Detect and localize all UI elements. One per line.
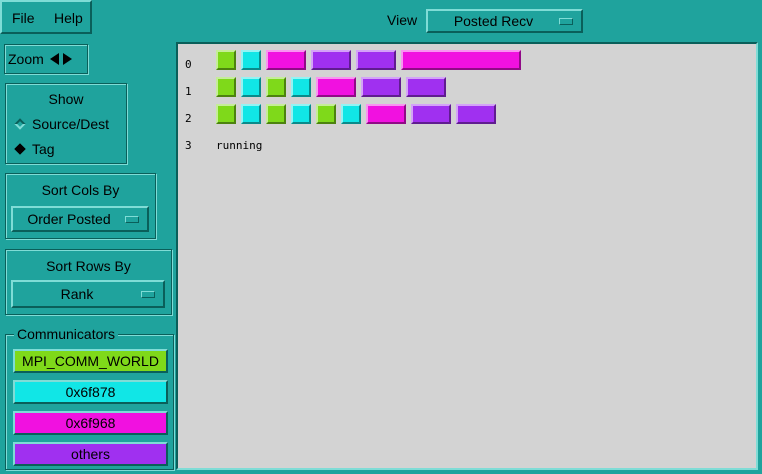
option-menu-indicator-icon bbox=[141, 290, 155, 298]
queue-cell[interactable] bbox=[241, 77, 261, 97]
queue-cell[interactable] bbox=[216, 77, 236, 97]
queue-cell[interactable] bbox=[406, 77, 446, 97]
option-menu-indicator-icon bbox=[559, 17, 573, 25]
zoom-label: Zoom bbox=[8, 51, 44, 67]
menu-help[interactable]: Help bbox=[54, 10, 83, 26]
communicator-0x6f968[interactable]: 0x6f968 bbox=[13, 411, 168, 435]
queue-cell[interactable] bbox=[316, 104, 336, 124]
option-menu-indicator-icon bbox=[125, 215, 139, 223]
queue-cell[interactable] bbox=[411, 104, 451, 124]
row-label-0: 0 bbox=[185, 58, 192, 71]
view-option-menu[interactable]: Posted Recv bbox=[426, 9, 583, 33]
communicator-label: 0x6f968 bbox=[65, 415, 116, 431]
queue-cell[interactable] bbox=[291, 104, 311, 124]
queue-cell[interactable] bbox=[316, 77, 356, 97]
queue-cell[interactable] bbox=[241, 104, 261, 124]
queue-canvas: 0 1 2 3 running bbox=[176, 42, 758, 470]
view-label: View bbox=[387, 12, 418, 28]
sort-rows-option-menu[interactable]: Rank bbox=[11, 280, 165, 308]
radio-on-icon bbox=[14, 143, 26, 155]
communicators-group: Communicators MPI_COMM_WORLD 0x6f878 0x6… bbox=[5, 326, 174, 470]
sort-cols-title: Sort Cols By bbox=[41, 182, 120, 198]
zoom-in-arrow-icon[interactable] bbox=[62, 53, 72, 65]
sort-cols-group: Sort Cols By Order Posted bbox=[5, 173, 156, 239]
communicator-others[interactable]: others bbox=[13, 442, 168, 466]
menu-file[interactable]: File bbox=[12, 10, 35, 26]
queue-cell[interactable] bbox=[216, 50, 236, 70]
radio-source-dest-label: Source/Dest bbox=[32, 116, 110, 132]
radio-tag-label: Tag bbox=[32, 141, 55, 157]
zoom-out-arrow-icon[interactable] bbox=[49, 53, 59, 65]
zoom-control: Zoom bbox=[4, 44, 88, 74]
row-label-1: 1 bbox=[185, 85, 192, 98]
queue-cell[interactable] bbox=[456, 104, 496, 124]
sort-rows-value: Rank bbox=[60, 286, 94, 302]
sort-rows-title: Sort Rows By bbox=[46, 258, 131, 274]
queue-cell[interactable] bbox=[311, 50, 351, 70]
communicator-label: MPI_COMM_WORLD bbox=[22, 353, 159, 369]
sort-cols-option-menu[interactable]: Order Posted bbox=[11, 206, 149, 232]
communicator-label: others bbox=[71, 446, 110, 462]
communicator-label: 0x6f878 bbox=[65, 384, 116, 400]
row-status-running: running bbox=[216, 139, 263, 152]
radio-tag[interactable]: Tag bbox=[14, 141, 55, 157]
queue-cell[interactable] bbox=[266, 77, 286, 97]
queue-cell[interactable] bbox=[291, 77, 311, 97]
menu-bar: File Help bbox=[0, 0, 92, 34]
queue-cell[interactable] bbox=[341, 104, 361, 124]
show-title: Show bbox=[48, 91, 84, 107]
radio-source-dest[interactable]: Source/Dest bbox=[14, 116, 110, 132]
row-label-2: 2 bbox=[185, 112, 192, 125]
radio-off-icon bbox=[14, 118, 26, 130]
queue-cell[interactable] bbox=[266, 104, 286, 124]
row-label-3: 3 bbox=[185, 139, 192, 152]
queue-cell[interactable] bbox=[241, 50, 261, 70]
queue-cell[interactable] bbox=[266, 50, 306, 70]
queue-cell[interactable] bbox=[356, 50, 396, 70]
sort-rows-group: Sort Rows By Rank bbox=[5, 249, 172, 315]
queue-cell[interactable] bbox=[401, 50, 521, 70]
view-option-value: Posted Recv bbox=[453, 13, 534, 29]
sort-cols-value: Order Posted bbox=[27, 211, 111, 227]
communicators-title: Communicators bbox=[14, 326, 119, 342]
queue-cell[interactable] bbox=[216, 104, 236, 124]
show-group: Show Source/Dest Tag bbox=[5, 83, 127, 164]
queue-cell[interactable] bbox=[361, 77, 401, 97]
communicator-0x6f878[interactable]: 0x6f878 bbox=[13, 380, 168, 404]
queue-cell[interactable] bbox=[366, 104, 406, 124]
communicator-mpi-comm-world[interactable]: MPI_COMM_WORLD bbox=[13, 349, 168, 373]
